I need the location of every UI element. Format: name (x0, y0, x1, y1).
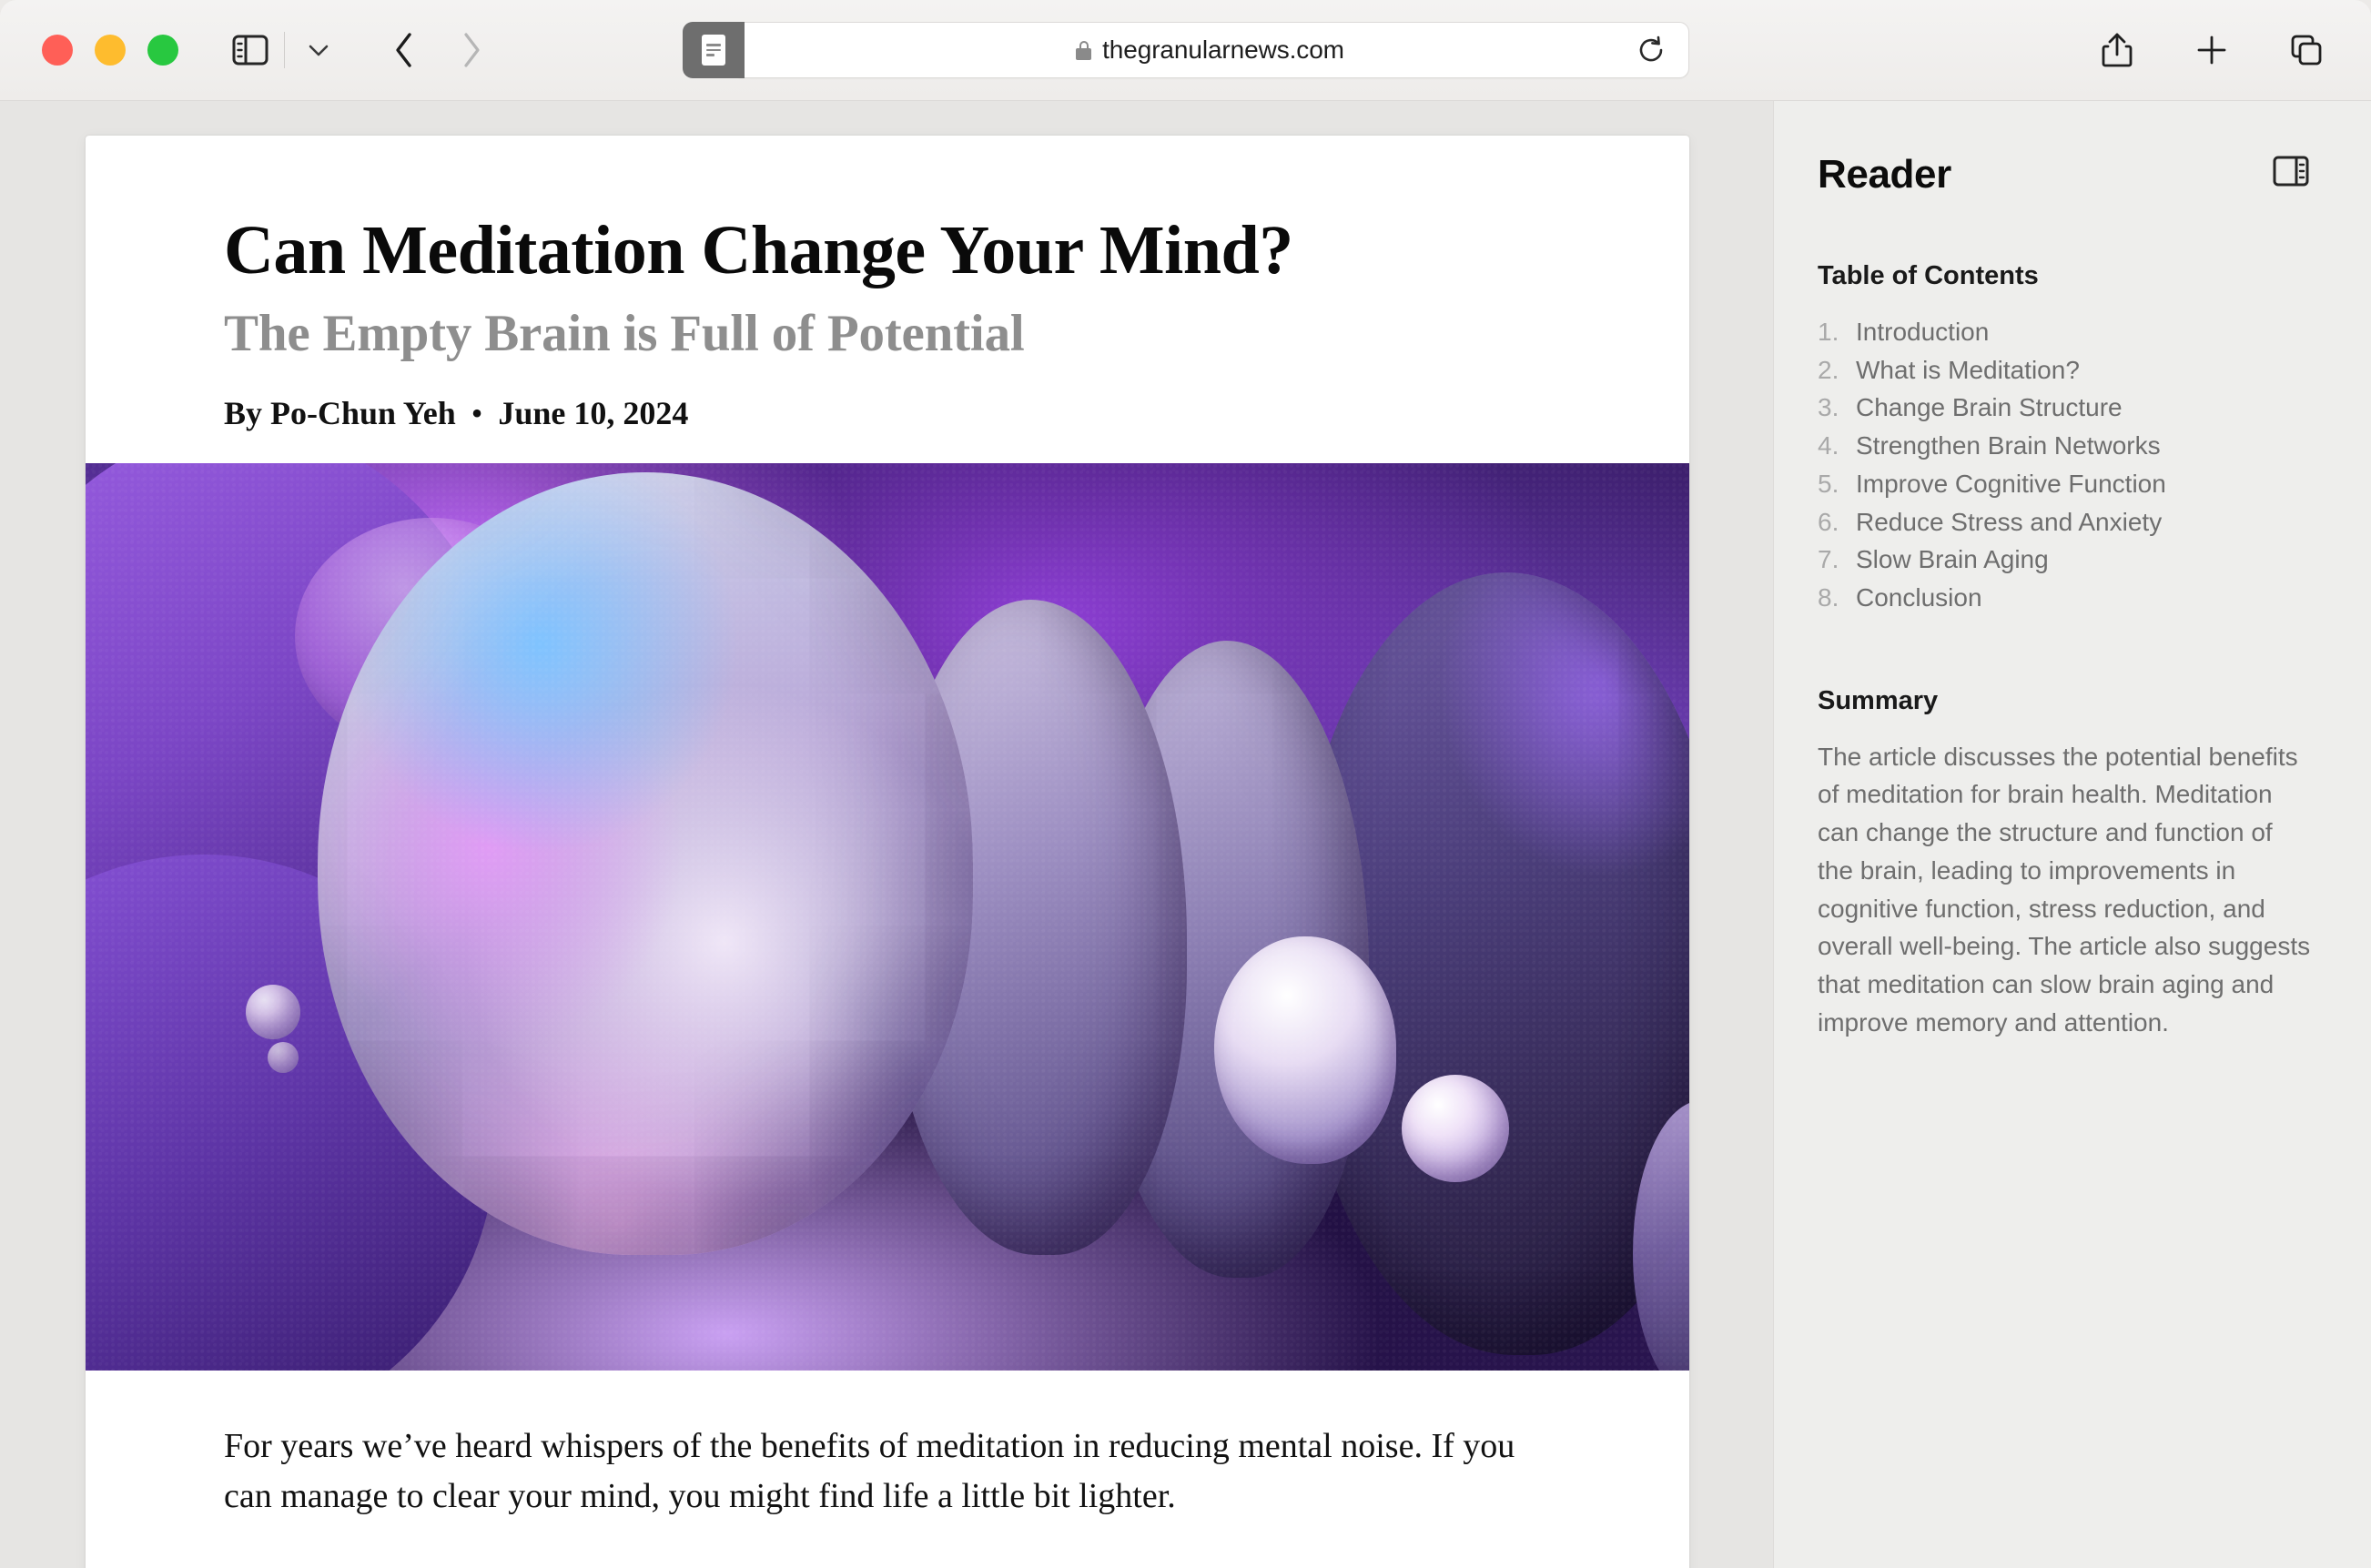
article-subhead: The Empty Brain is Full of Potential (224, 305, 1025, 362)
toolbar-divider (284, 32, 285, 68)
hero-blob-left-a (86, 462, 522, 1137)
toc-number: 2. (1818, 355, 1839, 384)
hero-orb-small-a (246, 984, 300, 1039)
toc-label: Introduction (1856, 318, 1990, 346)
page-title: Can Meditation Change Your Mind? (224, 212, 1293, 288)
sidebar-menu-button[interactable] (290, 22, 347, 78)
tab-overview-button[interactable] (2278, 22, 2335, 78)
toc-item-4[interactable]: 4. Strengthen Brain Networks (1818, 427, 2313, 465)
window-content: Can Meditation Change Your Mind? The Emp… (0, 101, 2371, 1568)
toc-label: Slow Brain Aging (1856, 545, 2049, 574)
hero-image (86, 462, 1689, 1371)
toc-label: Change Brain Structure (1856, 393, 2123, 422)
browser-toolbar: thegranularnews.com (0, 0, 2371, 101)
hero-orb-ear (1214, 936, 1396, 1164)
hero-head-second (887, 599, 1187, 1255)
chevron-down-icon (309, 45, 329, 56)
chevron-right-icon (464, 33, 480, 67)
hero-orb-right (1633, 1099, 1689, 1371)
reader-icon (701, 35, 725, 66)
toc-number: 7. (1818, 545, 1839, 574)
hero-head-far (1296, 572, 1689, 1355)
sidebar-toggle-group (222, 22, 347, 78)
navigation-arrows (376, 22, 500, 78)
toc-number: 4. (1818, 431, 1839, 460)
summary-title: Summary (1818, 685, 1939, 715)
browser-window: thegranularnews.com Can Meditation Chang… (0, 0, 2371, 1568)
traffic-lights (42, 35, 178, 66)
share-button[interactable] (2089, 22, 2145, 78)
reader-mode-button[interactable] (682, 22, 745, 78)
toc-item-7[interactable]: 7. Slow Brain Aging (1818, 541, 2313, 579)
toggle-reader-panel-button[interactable] (2269, 152, 2313, 190)
minimize-window-button[interactable] (95, 35, 126, 66)
toc-item-3[interactable]: 3. Change Brain Structure (1818, 389, 2313, 427)
address-bar-group: thegranularnews.com (682, 22, 1689, 78)
hero-orb-float (1402, 1074, 1509, 1182)
toolbar-actions (2089, 22, 2335, 78)
toc-number: 3. (1818, 393, 1839, 422)
article-card: Can Meditation Change Your Mind? The Emp… (86, 136, 1689, 1568)
summary-text: The article discusses the potential bene… (1818, 742, 2311, 1037)
toc-item-2[interactable]: 2. What is Meditation? (1818, 351, 2313, 389)
forward-button[interactable] (443, 22, 500, 78)
byline: By Po-Chun Yeh • June 10, 2024 (224, 394, 1551, 432)
toc-label: Reduce Stress and Anxiety (1856, 507, 2163, 536)
url-display: thegranularnews.com (1076, 35, 1344, 65)
toc-title: Table of Contents (1818, 261, 2039, 290)
toc-label: Strengthen Brain Networks (1856, 431, 2161, 460)
hero-orb-upper (295, 517, 568, 754)
lock-icon (1076, 40, 1092, 60)
hero-orb-small-b (268, 1041, 299, 1073)
right-panel-icon (2273, 156, 2309, 187)
table-of-contents: Table of Contents 1. Introduction 2. Wha… (1818, 261, 2313, 617)
toc-list: 1. Introduction 2. What is Meditation? 3… (1818, 313, 2313, 617)
maximize-window-button[interactable] (147, 35, 178, 66)
sidebar-toggle-button[interactable] (222, 22, 279, 78)
reader-header: Reader (1818, 152, 2313, 197)
share-icon (2102, 33, 2133, 67)
reader-sidebar: Reader Table of Contents 1. Introduction… (1773, 101, 2371, 1568)
toc-label: Conclusion (1856, 583, 1982, 612)
article-body: For years we’ve heard whispers of the be… (86, 1371, 1689, 1522)
toc-number: 5. (1818, 469, 1839, 498)
toc-number: 1. (1818, 318, 1839, 346)
back-button[interactable] (376, 22, 432, 78)
reload-button[interactable] (1634, 33, 1668, 67)
plus-icon (2197, 35, 2226, 65)
byline-author: By Po-Chun Yeh (224, 394, 456, 431)
toc-item-1[interactable]: 1. Introduction (1818, 313, 2313, 351)
page-viewport[interactable]: Can Meditation Change Your Mind? The Emp… (0, 101, 1773, 1568)
chevron-left-icon (396, 33, 411, 67)
reload-icon (1639, 35, 1662, 62)
toc-item-8[interactable]: 8. Conclusion (1818, 579, 2313, 617)
toc-item-6[interactable]: 6. Reduce Stress and Anxiety (1818, 503, 2313, 541)
summary-section: Summary The article discusses the potent… (1818, 686, 2313, 1042)
article-paragraph: For years we’ve heard whispers of the be… (224, 1426, 1515, 1515)
sidebar-icon (232, 35, 269, 66)
reader-title: Reader (1818, 152, 1951, 197)
new-tab-button[interactable] (2184, 22, 2240, 78)
byline-separator: • (471, 394, 483, 431)
hero-head-third (1096, 640, 1369, 1278)
article-header: Can Meditation Change Your Mind? The Emp… (86, 136, 1689, 463)
close-window-button[interactable] (42, 35, 73, 66)
address-bar[interactable]: thegranularnews.com (731, 22, 1689, 78)
hero-head-main (318, 471, 973, 1255)
hero-blob-left-b (86, 854, 495, 1371)
toc-number: 6. (1818, 507, 1839, 536)
byline-date: June 10, 2024 (498, 394, 689, 431)
url-text: thegranularnews.com (1102, 35, 1344, 64)
toc-number: 8. (1818, 583, 1839, 612)
toc-label: What is Meditation? (1856, 355, 2080, 384)
toc-label: Improve Cognitive Function (1856, 469, 2166, 498)
tabs-icon (2291, 35, 2322, 66)
toc-item-5[interactable]: 5. Improve Cognitive Function (1818, 465, 2313, 503)
